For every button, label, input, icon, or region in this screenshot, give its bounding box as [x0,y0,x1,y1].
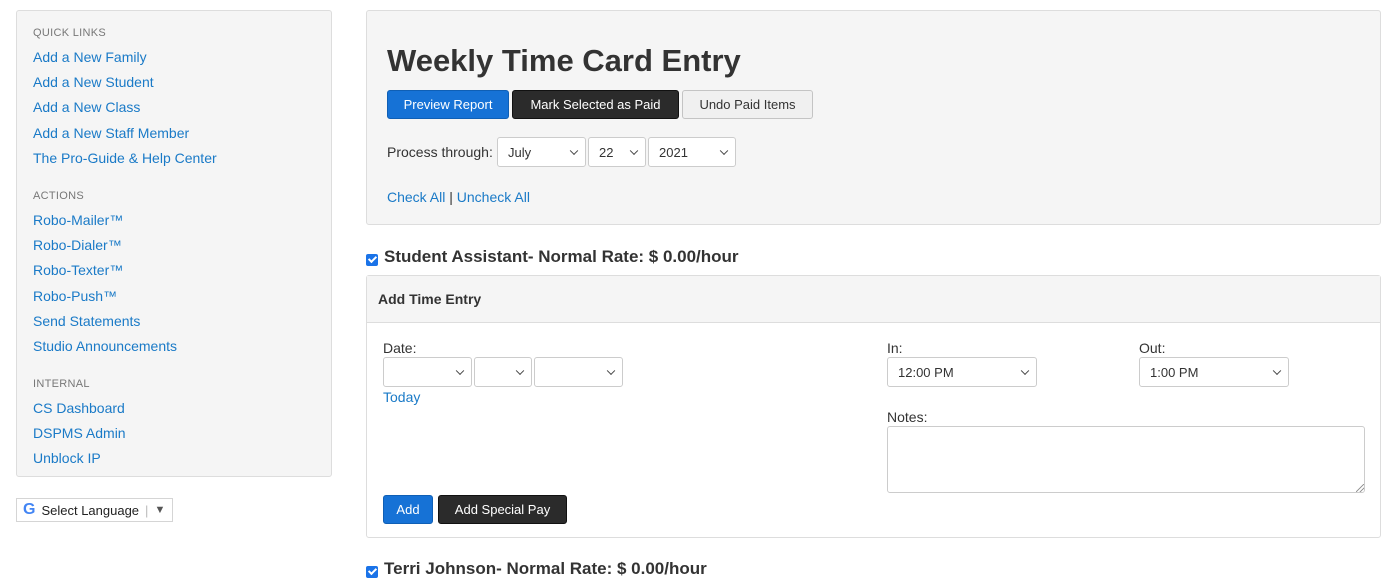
link-robo-push[interactable]: Robo-Push™ [33,288,315,313]
chevron-down-icon [1020,366,1030,376]
date-label: Date: [383,340,417,356]
process-year-value: 2021 [659,144,688,160]
chevron-down-icon [1272,366,1282,376]
link-add-staff[interactable]: Add a New Staff Member [33,125,315,150]
link-add-student[interactable]: Add a New Student [33,74,315,99]
link-robo-mailer[interactable]: Robo-Mailer™ [33,212,315,237]
link-studio-announcements[interactable]: Studio Announcements [33,338,315,363]
process-year-select[interactable]: 2021 [648,137,736,167]
language-label: Select Language [41,502,140,518]
staff-2-title: Terri Johnson- Normal Rate: $ 0.00/hour [384,559,707,578]
staff-1-checkbox[interactable] [366,254,378,266]
in-time-select[interactable]: 12:00 PM [887,357,1037,387]
chevron-down-icon [629,146,639,156]
process-through-label: Process through: [387,144,493,160]
date-month-select[interactable] [383,357,472,387]
process-month-select[interactable]: July [497,137,586,167]
page-title: Weekly Time Card Entry [387,43,741,78]
check-all-link[interactable]: Check All [387,189,445,205]
notes-textarea[interactable] [887,426,1365,493]
in-time-value: 12:00 PM [898,364,954,380]
chevron-down-icon [515,366,525,376]
link-cs-dashboard[interactable]: CS Dashboard [33,400,315,425]
chevron-down-icon [455,366,465,376]
chevron-down-icon [719,146,729,156]
mark-paid-button[interactable]: Mark Selected as Paid [512,90,679,119]
link-unblock-ip[interactable]: Unblock IP [33,450,315,475]
staff-1-title: Student Assistant- Normal Rate: $ 0.00/h… [384,247,739,266]
undo-paid-button[interactable]: Undo Paid Items [682,90,813,119]
process-day-select[interactable]: 22 [588,137,646,167]
out-label: Out: [1139,340,1166,356]
date-day-select[interactable] [474,357,532,387]
link-robo-dialer[interactable]: Robo-Dialer™ [33,237,315,262]
internal-heading: INTERNAL [33,378,90,391]
in-label: In: [887,340,903,356]
sidebar: QUICK LINKS Add a New Family Add a New S… [16,10,332,477]
link-send-statements[interactable]: Send Statements [33,313,315,338]
out-time-select[interactable]: 1:00 PM [1139,357,1289,387]
resize-grip-icon[interactable] [1356,484,1364,492]
actions-heading: ACTIONS [33,189,84,202]
process-month-value: July [508,144,532,160]
link-add-class[interactable]: Add a New Class [33,99,315,124]
google-logo-icon: G [23,501,36,518]
check-links: Check All | Uncheck All [387,189,530,205]
quick-links-heading: QUICK LINKS [33,27,106,39]
language-divider: | [145,502,149,518]
language-select[interactable]: G Select Language | ▼ [16,498,173,522]
staff-2-checkbox[interactable] [366,566,378,578]
chevron-down-icon [606,366,616,376]
check-links-separator: | [449,189,453,205]
dropdown-arrow-icon: ▼ [154,504,166,516]
out-time-value: 1:00 PM [1150,364,1199,380]
date-year-select[interactable] [534,357,623,387]
today-link[interactable]: Today [383,389,420,405]
notes-label: Notes: [887,409,928,425]
uncheck-all-link[interactable]: Uncheck All [457,189,530,205]
link-pro-guide[interactable]: The Pro-Guide & Help Center [33,150,315,175]
add-special-pay-button[interactable]: Add Special Pay [438,495,567,524]
process-day-value: 22 [599,144,614,160]
header-panel: Weekly Time Card Entry Preview Report Ma… [366,10,1381,225]
chevron-down-icon [569,146,579,156]
time-entry-heading: Add Time Entry [367,276,1380,323]
link-add-family[interactable]: Add a New Family [33,49,315,74]
link-robo-texter[interactable]: Robo-Texter™ [33,262,315,287]
add-entry-button[interactable]: Add [383,495,433,524]
link-dspms-admin[interactable]: DSPMS Admin [33,425,315,450]
preview-report-button[interactable]: Preview Report [387,90,509,119]
time-entry-panel: Add Time Entry Date: Today In: 12:00 PM … [366,275,1381,538]
